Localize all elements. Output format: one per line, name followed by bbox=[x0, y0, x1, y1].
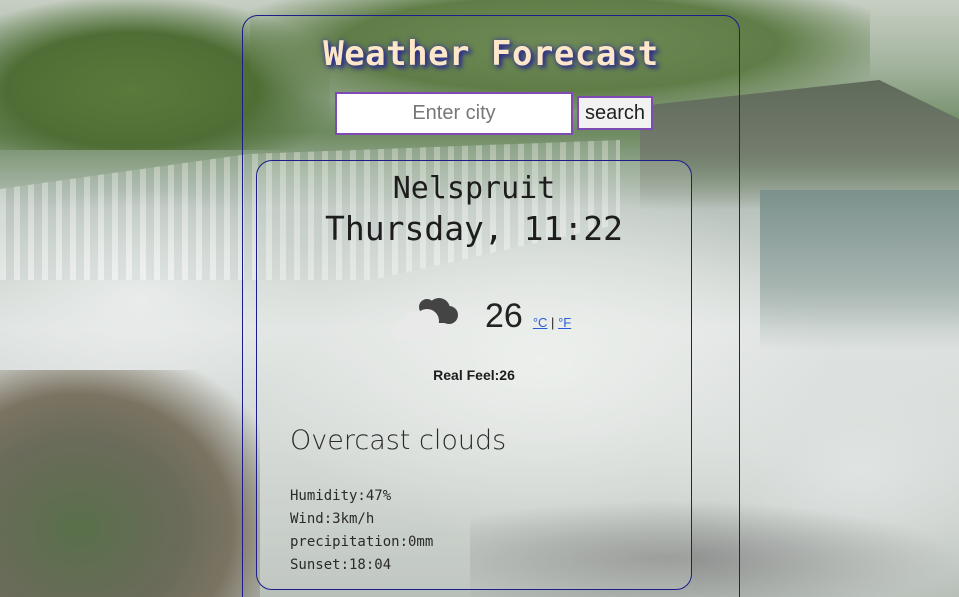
weather-details: Humidity:47% Wind:3km/h precipitation:0m… bbox=[290, 485, 433, 577]
city-name: Nelspruit bbox=[392, 171, 556, 206]
weather-card: Nelspruit Thursday, 11:22 26 °C | °F Rea… bbox=[256, 160, 692, 590]
weather-description: Overcast clouds bbox=[290, 425, 507, 456]
weather-app-container: Weather Forecast search Nelspruit Thursd… bbox=[242, 15, 740, 597]
unit-toggle: °C | °F bbox=[533, 315, 571, 330]
city-search-input[interactable] bbox=[335, 92, 573, 135]
humidity-value: Humidity:47% bbox=[290, 488, 392, 504]
search-form: search bbox=[335, 92, 654, 135]
sunset-value: Sunset:18:04 bbox=[290, 557, 392, 573]
wind-value: Wind:3km/h bbox=[290, 511, 375, 527]
current-conditions: 26 °C | °F bbox=[389, 291, 571, 341]
precipitation-value: precipitation:0mm bbox=[290, 534, 434, 550]
date-time: Thursday, 11:22 bbox=[324, 209, 623, 248]
fahrenheit-link[interactable]: °F bbox=[558, 315, 571, 330]
temperature-value: 26 bbox=[485, 296, 523, 335]
cloud-icon bbox=[392, 298, 458, 340]
unit-separator: | bbox=[551, 314, 555, 330]
bg-rocks-left bbox=[0, 370, 260, 597]
app-title: Weather Forecast bbox=[323, 34, 659, 74]
bg-river-right bbox=[760, 190, 959, 350]
real-feel: Real Feel:26 bbox=[433, 367, 515, 383]
celsius-link[interactable]: °C bbox=[533, 315, 548, 330]
search-button[interactable]: search bbox=[577, 96, 654, 130]
